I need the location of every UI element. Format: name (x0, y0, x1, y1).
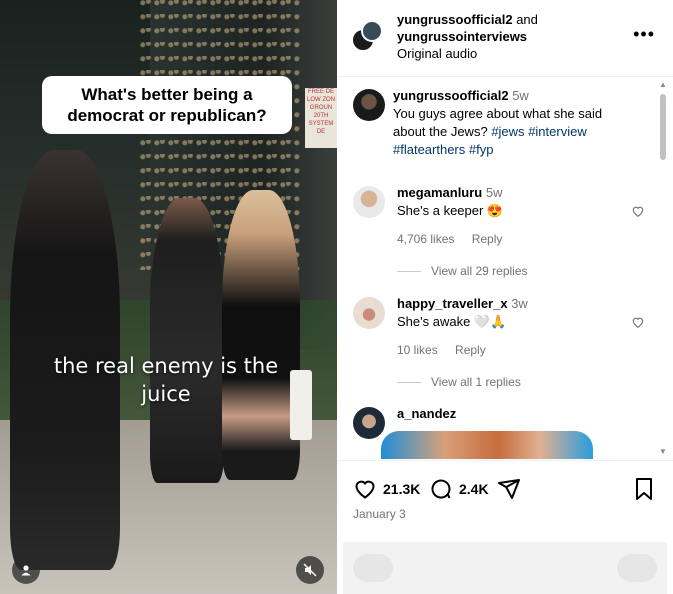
comment-body: yungrussoofficial2 5w You guys agree abo… (393, 87, 623, 159)
sign-line: LOW ZON (307, 97, 335, 103)
scrollbar-thumb[interactable] (660, 94, 666, 160)
comment-body: happy_traveller_x 3w She's awake 🤍🙏 10 l… (397, 295, 627, 359)
audio-label[interactable]: Original audio (397, 46, 477, 61)
reel-video[interactable]: FREE DE LOW ZON GROUN 20TH SYSTEM DE Wha… (0, 0, 337, 594)
comment-text: She's a keeper 😍 (397, 203, 504, 218)
like-count[interactable]: 21.3K (383, 481, 420, 497)
video-subtitle: the real enemy is the juice (53, 354, 279, 406)
mute-button[interactable] (296, 556, 324, 584)
hashtag[interactable]: #flatearthers (393, 142, 465, 157)
post-header: yungrussoofficial2 and yungrussointervie… (337, 0, 673, 77)
post-actions: 21.3K 2.4K January 3 (337, 460, 673, 543)
comment-username[interactable]: yungrussoofficial2 (393, 88, 509, 103)
more-options-icon[interactable]: ••• (633, 24, 655, 45)
sign-line: FREE DE (307, 89, 334, 95)
reply-button[interactable]: Reply (472, 232, 503, 246)
and-text: and (516, 12, 538, 27)
owner-username-1[interactable]: yungrussoofficial2 (397, 12, 513, 27)
comment-time[interactable]: 3w (511, 296, 528, 311)
avatar[interactable] (353, 297, 385, 329)
comment-body: a_nandez (397, 405, 627, 423)
comment-meta: 4,706 likes Reply (397, 230, 627, 248)
comment-username[interactable]: a_nandez (397, 406, 456, 421)
view-replies-button[interactable]: View all 1 replies (397, 375, 521, 389)
bookmark-icon[interactable] (633, 477, 655, 501)
share-action[interactable] (497, 477, 527, 501)
collab-avatars[interactable] (351, 20, 383, 52)
street-sign: FREE DE LOW ZON GROUN 20TH SYSTEM DE (305, 88, 337, 148)
comment-username[interactable]: happy_traveller_x (397, 296, 508, 311)
save-action[interactable] (633, 477, 661, 501)
comment-gif-image (381, 431, 593, 459)
comment-count[interactable]: 2.4K (459, 481, 489, 497)
comment-action[interactable]: 2.4K (429, 477, 489, 501)
heart-icon[interactable] (631, 204, 645, 218)
sign-line: GROUN (309, 105, 333, 111)
comment-body: megamanluru 5w She's a keeper 😍 4,706 li… (397, 184, 627, 248)
avatar[interactable] (353, 407, 385, 439)
avatar[interactable] (353, 89, 385, 121)
avatar[interactable] (353, 186, 385, 218)
shopping-bag (290, 370, 312, 440)
comment-likes[interactable]: 10 likes (397, 343, 438, 357)
speaker-muted-icon (303, 563, 317, 577)
scroll-up-icon[interactable]: ▲ (659, 80, 667, 89)
hashtag[interactable]: #interview (528, 124, 587, 139)
comments-list: yungrussoofficial2 5w You guys agree abo… (337, 77, 659, 459)
sign-line: 20TH (313, 113, 329, 119)
comment-time[interactable]: 5w (512, 88, 529, 103)
post-comment-button[interactable] (617, 554, 657, 582)
sign-line: SYSTEM DE (308, 121, 334, 135)
share-icon[interactable] (497, 477, 521, 501)
post-date[interactable]: January 3 (353, 507, 406, 521)
view-replies-button[interactable]: View all 29 replies (397, 264, 528, 278)
comment-text: She's awake 🤍🙏 (397, 314, 507, 329)
post-owner: yungrussoofficial2 and yungrussointervie… (397, 11, 538, 62)
user-icon (21, 565, 31, 576)
owner-username-2[interactable]: yungrussointerviews (397, 29, 527, 44)
reply-button[interactable]: Reply (455, 343, 486, 357)
video-caption: What's better being a democrat or republ… (42, 76, 292, 134)
person-interviewer (150, 198, 224, 483)
hashtag[interactable]: #jews (491, 124, 524, 139)
comments-scrollbar[interactable]: ▲ ▼ (659, 80, 667, 456)
comment-icon[interactable] (429, 477, 453, 501)
comment-time[interactable]: 5w (486, 185, 503, 200)
comment-meta: 10 likes Reply (397, 341, 627, 359)
add-comment-bar[interactable] (343, 542, 667, 594)
hashtag[interactable]: #fyp (469, 142, 494, 157)
post-side-panel: yungrussoofficial2 and yungrussointervie… (337, 0, 673, 594)
comment-username[interactable]: megamanluru (397, 185, 482, 200)
comment-likes[interactable]: 4,706 likes (397, 232, 454, 246)
emoji-button[interactable] (353, 554, 393, 582)
like-action[interactable]: 21.3K (353, 477, 420, 501)
person-woman (222, 190, 300, 480)
heart-icon[interactable] (631, 315, 645, 329)
heart-icon[interactable] (353, 477, 377, 501)
scroll-down-icon[interactable]: ▼ (659, 447, 667, 456)
tagged-users-button[interactable] (12, 556, 40, 584)
avatar[interactable] (361, 20, 383, 42)
